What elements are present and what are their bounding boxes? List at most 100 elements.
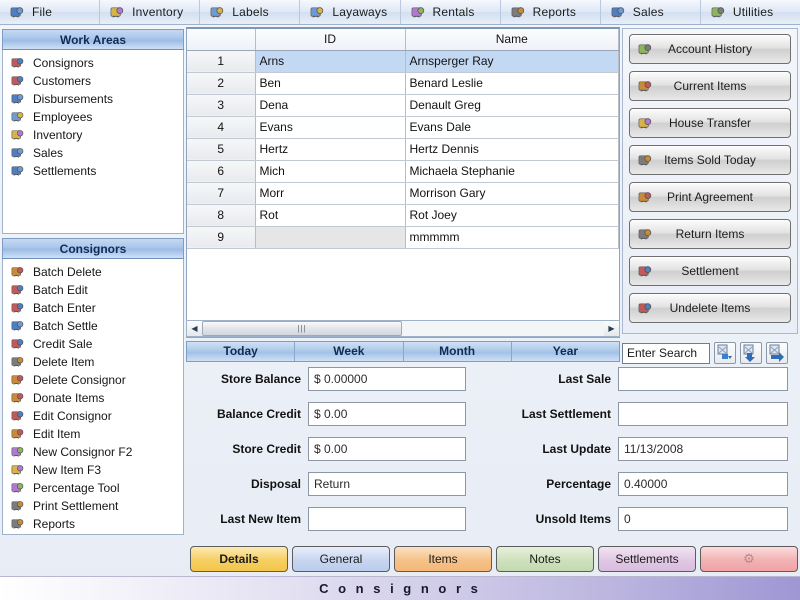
period-tab-month[interactable]: Month bbox=[404, 342, 512, 361]
cell-name[interactable]: Benard Leslie bbox=[405, 72, 619, 95]
menu-item-utilities[interactable]: Utilities bbox=[701, 0, 800, 24]
action-button-undelete-items[interactable]: Undelete Items bbox=[629, 293, 791, 323]
action-button-settlement[interactable]: Settlement bbox=[629, 256, 791, 286]
table-row[interactable]: 4 Evans Evans Dale bbox=[187, 116, 619, 139]
field-input[interactable] bbox=[308, 507, 466, 531]
tab-items[interactable]: Items bbox=[394, 546, 492, 572]
sidebar-action-batch-edit[interactable]: Batch Edit bbox=[3, 281, 183, 299]
cell-id[interactable]: Ben bbox=[255, 72, 406, 95]
sidebar-action-new-consignor-f2[interactable]: New Consignor F2 bbox=[3, 443, 183, 461]
cell-name[interactable]: Michaela Stephanie bbox=[405, 160, 619, 183]
cell-name[interactable]: Denault Greg bbox=[405, 94, 619, 117]
search-next-icon[interactable] bbox=[766, 342, 788, 364]
tab-extra[interactable]: ⚙ bbox=[700, 546, 798, 572]
cell-name[interactable]: Evans Dale bbox=[405, 116, 619, 139]
sidebar-action-edit-consignor[interactable]: Edit Consignor bbox=[3, 407, 183, 425]
tab-notes[interactable]: Notes bbox=[496, 546, 594, 572]
action-button-items-sold-today[interactable]: Items Sold Today bbox=[629, 145, 791, 175]
sidebar-item-customers[interactable]: Customers bbox=[3, 72, 183, 90]
period-tab-today[interactable]: Today bbox=[187, 342, 296, 361]
sales-icon bbox=[11, 146, 26, 160]
sidebar-item-sales[interactable]: Sales bbox=[3, 144, 183, 162]
search-find-icon[interactable] bbox=[714, 342, 736, 364]
sidebar-action-donate-items[interactable]: Donate Items bbox=[3, 389, 183, 407]
cell-id[interactable]: Rot bbox=[255, 204, 406, 227]
sidebar-action-edit-item[interactable]: Edit Item bbox=[3, 425, 183, 443]
sidebar-item-settlements[interactable]: Settlements bbox=[3, 162, 183, 180]
cell-name[interactable]: Morrison Gary bbox=[405, 182, 619, 205]
cell-name[interactable]: Hertz Dennis bbox=[405, 138, 619, 161]
action-button-return-items[interactable]: Return Items bbox=[629, 219, 791, 249]
cell-id[interactable]: Dena bbox=[255, 94, 406, 117]
field-input[interactable]: $ 0.00 bbox=[308, 402, 466, 426]
grid-column-header-2[interactable]: Name bbox=[405, 29, 619, 51]
tab-settlements[interactable]: Settlements bbox=[598, 546, 696, 572]
tab-details[interactable]: Details bbox=[190, 546, 288, 572]
grid-horizontal-scrollbar[interactable]: ◀ ||| ▶ bbox=[186, 320, 620, 337]
field-input[interactable] bbox=[618, 367, 788, 391]
field-input[interactable]: Return bbox=[308, 472, 466, 496]
table-row[interactable]: 7 Morr Morrison Gary bbox=[187, 182, 619, 205]
sidebar-item-employees[interactable]: Employees bbox=[3, 108, 183, 126]
table-row[interactable]: 9 mmmmm bbox=[187, 226, 619, 249]
field-input[interactable]: $ 0.00 bbox=[308, 437, 466, 461]
cell-id[interactable]: Arns bbox=[255, 50, 406, 73]
action-button-current-items[interactable]: Current Items bbox=[629, 71, 791, 101]
grid-column-header-0[interactable] bbox=[187, 29, 256, 51]
scrollbar-thumb[interactable]: ||| bbox=[202, 321, 402, 336]
sidebar-action-batch-enter[interactable]: Batch Enter bbox=[3, 299, 183, 317]
field-input[interactable]: 11/13/2008 bbox=[618, 437, 788, 461]
menu-item-sales[interactable]: Sales bbox=[601, 0, 701, 24]
action-button-account-history[interactable]: Account History bbox=[629, 34, 791, 64]
tab-general[interactable]: General bbox=[292, 546, 390, 572]
menu-item-rentals[interactable]: Rentals bbox=[401, 0, 501, 24]
sidebar-item-inventory[interactable]: Inventory bbox=[3, 126, 183, 144]
action-button-print-agreement[interactable]: Print Agreement bbox=[629, 182, 791, 212]
menu-item-inventory[interactable]: Inventory bbox=[100, 0, 201, 24]
sidebar-item-disbursements[interactable]: Disbursements bbox=[3, 90, 183, 108]
cell-id[interactable]: Evans bbox=[255, 116, 406, 139]
table-row[interactable]: 8 Rot Rot Joey bbox=[187, 204, 619, 227]
table-row[interactable]: 2 Ben Benard Leslie bbox=[187, 72, 619, 95]
table-row[interactable]: 1 Arns Arnsperger Ray bbox=[187, 50, 619, 73]
sidebar-action-percentage-tool[interactable]: Percentage Tool bbox=[3, 479, 183, 497]
search-input[interactable] bbox=[622, 342, 710, 364]
search-down-icon[interactable] bbox=[740, 342, 762, 364]
sidebar-item-consignors[interactable]: Consignors bbox=[3, 54, 183, 72]
action-button-house-transfer[interactable]: House Transfer bbox=[629, 108, 791, 138]
period-tab-year[interactable]: Year bbox=[512, 342, 619, 361]
table-row[interactable]: 3 Dena Denault Greg bbox=[187, 94, 619, 117]
field-input[interactable]: $ 0.00000 bbox=[308, 367, 466, 391]
table-row[interactable]: 5 Hertz Hertz Dennis bbox=[187, 138, 619, 161]
form-field-right: Last Sale bbox=[478, 364, 798, 394]
cell-id[interactable]: Morr bbox=[255, 182, 406, 205]
menu-item-file[interactable]: File bbox=[0, 0, 101, 24]
sidebar-action-batch-settle[interactable]: Batch Settle bbox=[3, 317, 183, 335]
menu-item-reports[interactable]: Reports bbox=[501, 0, 601, 24]
sidebar-action-print-settlement[interactable]: Print Settlement bbox=[3, 497, 183, 515]
scrollbar-track[interactable]: ||| bbox=[202, 321, 604, 336]
cell-name[interactable]: Rot Joey bbox=[405, 204, 619, 227]
sidebar-action-batch-delete[interactable]: Batch Delete bbox=[3, 263, 183, 281]
cell-id[interactable] bbox=[255, 226, 406, 249]
table-row[interactable]: 6 Mich Michaela Stephanie bbox=[187, 160, 619, 183]
sidebar-action-delete-item[interactable]: Delete Item bbox=[3, 353, 183, 371]
field-input[interactable]: 0.40000 bbox=[618, 472, 788, 496]
scroll-left-arrow-icon[interactable]: ◀ bbox=[187, 321, 202, 336]
menu-item-layaways[interactable]: Layaways bbox=[300, 0, 401, 24]
cell-id[interactable]: Hertz bbox=[255, 138, 406, 161]
cell-id[interactable]: Mich bbox=[255, 160, 406, 183]
sidebar-action-delete-consignor[interactable]: Delete Consignor bbox=[3, 371, 183, 389]
grid-column-header-1[interactable]: ID bbox=[255, 29, 406, 51]
sidebar-action-reports[interactable]: Reports bbox=[3, 515, 183, 533]
field-input[interactable] bbox=[618, 402, 788, 426]
scroll-right-arrow-icon[interactable]: ▶ bbox=[604, 321, 619, 336]
sidebar-action-new-item-f3[interactable]: New Item F3 bbox=[3, 461, 183, 479]
consignors-data-grid[interactable]: ID Name 1 Arns Arnsperger Ray 2 Ben Benard Les… bbox=[186, 27, 620, 338]
period-tab-week[interactable]: Week bbox=[295, 342, 404, 361]
sidebar-action-credit-sale[interactable]: Credit Sale bbox=[3, 335, 183, 353]
field-input[interactable]: 0 bbox=[618, 507, 788, 531]
cell-name[interactable]: mmmmm bbox=[405, 226, 619, 249]
menu-item-labels[interactable]: Labels bbox=[200, 0, 301, 24]
cell-name[interactable]: Arnsperger Ray bbox=[405, 50, 619, 73]
